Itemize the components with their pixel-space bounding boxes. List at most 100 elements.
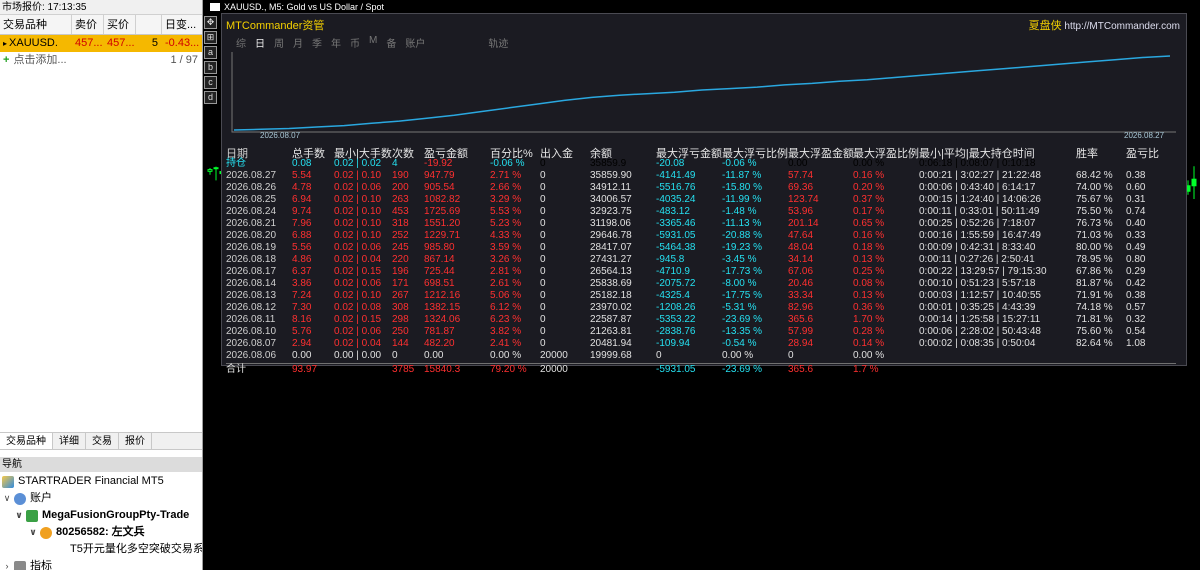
table-row-holding[interactable]: 持仓 0.08 0.02 | 0.02 4 -19.92 -0.06 % 0 35859.9 -…	[226, 158, 1176, 170]
cell-mpp: 0.36 %	[853, 302, 885, 313]
cell-win: 75.50 %	[1076, 206, 1113, 217]
cell-pl: 1551.20	[424, 218, 461, 229]
cell-date: 合计	[226, 364, 246, 375]
table-row[interactable]: 2026.08.13 7.24 0.02 | 0.10 267 1212.16 5.06 …	[226, 290, 1176, 302]
panel-tab-3[interactable]: 月	[293, 35, 303, 50]
column-symbol[interactable]: 交易品种	[0, 15, 72, 34]
column-spread[interactable]	[136, 15, 162, 34]
curve-start-label: 2026.08.07	[260, 131, 301, 140]
panel-tab-4[interactable]: 季	[312, 35, 322, 50]
table-row[interactable]: 2026.08.12 7.30 0.02 | 0.08 308 1382.15 6.12 …	[226, 302, 1176, 314]
tool-a-icon[interactable]: a	[204, 46, 217, 59]
cell-total: 6.37	[292, 266, 312, 277]
cell-mpp: 1.70 %	[853, 314, 885, 325]
cell-lots: 0.02 | 0.06	[334, 326, 382, 337]
cell-pct: 3.26 %	[490, 254, 522, 265]
table-row[interactable]: 2026.08.18 4.86 0.02 | 0.04 220 867.14 3.26 %…	[226, 254, 1176, 266]
cell-pf: 0.74	[1126, 206, 1146, 217]
tool-d-icon[interactable]: d	[204, 91, 217, 104]
add-symbol-label: 点击添加...	[13, 54, 67, 66]
nav-item-broker[interactable]: STARTRADER Financial MT5	[0, 473, 202, 490]
price-chart[interactable]: XAUUSD., M5: Gold vs US Dollar / Spot ✥ …	[204, 0, 1200, 570]
tab-details[interactable]: 详细	[53, 433, 86, 449]
panel-link[interactable]: 夏盘侠 http://MTCommander.com	[1029, 17, 1180, 33]
table-row[interactable]: 2026.08.24 9.74 0.02 | 0.10 453 1725.69 5.53 …	[226, 206, 1176, 218]
tab-trading[interactable]: 交易	[86, 433, 119, 449]
cell-pl: 905.54	[424, 182, 455, 193]
nav-item-server[interactable]: ∨ MegaFusionGroupPty-Trade	[0, 507, 202, 524]
tab-ticks[interactable]: 报价	[119, 433, 152, 449]
move-icon[interactable]: ✥	[204, 16, 217, 29]
tab-symbols[interactable]: 交易品种	[0, 433, 53, 449]
table-row[interactable]: 2026.08.27 5.54 0.02 | 0.10 190 947.79 2.71 %…	[226, 170, 1176, 182]
cell-mfa: -2075.72	[656, 278, 696, 289]
cell-io: 0	[540, 230, 546, 241]
table-row[interactable]: 2026.08.17 6.37 0.02 | 0.15 196 725.44 2.81 %…	[226, 266, 1176, 278]
panel-tab-7[interactable]: M	[369, 35, 377, 50]
chevron-right-icon[interactable]: ›	[2, 558, 12, 570]
table-row[interactable]: 2026.08.11 8.16 0.02 | 0.15 298 1324.06 6.23 …	[226, 314, 1176, 326]
cell-mfp: -17.73 %	[722, 266, 763, 277]
chevron-down-icon[interactable]: ∨	[28, 524, 38, 541]
chevron-down-icon[interactable]: ∨	[2, 490, 12, 507]
cell-date: 2026.08.24	[226, 206, 277, 217]
cell-count: 144	[392, 338, 409, 349]
cell-io: 0	[540, 278, 546, 289]
tool-c-icon[interactable]: c	[204, 76, 217, 89]
cell-balance: 19999.68	[590, 350, 632, 361]
cell-time: 0:00:11 | 0:27:26 | 2:50:41	[919, 254, 1035, 265]
table-row[interactable]: 2026.08.07 2.94 0.02 | 0.04 144 482.20 2.41 %…	[226, 338, 1176, 350]
column-bid[interactable]: 卖价	[72, 15, 104, 34]
cell-date: 2026.08.20	[226, 230, 277, 241]
column-ask[interactable]: 买价	[104, 15, 136, 34]
cell-count: 4	[392, 158, 398, 169]
symbol-row-xauusd[interactable]: ▸ XAUUSD. 457... 457... 5 -0.43...	[0, 35, 202, 52]
cell-io: 20000	[540, 364, 568, 375]
grid-icon[interactable]: ⊞	[204, 31, 217, 44]
panel-tab-10[interactable]: 轨迹	[488, 35, 508, 50]
add-symbol-row[interactable]: + 点击添加... 1 / 97	[0, 52, 202, 69]
table-row[interactable]: 2026.08.25 6.94 0.02 | 0.10 263 1082.82 3.29 …	[226, 194, 1176, 206]
website-url[interactable]: http://MTCommander.com	[1064, 21, 1180, 32]
cell-pl: 1082.82	[424, 194, 461, 205]
add-symbol-link[interactable]: + 点击添加...	[3, 52, 67, 69]
cell-lots: 0.00 | 0.00	[334, 350, 382, 361]
table-row[interactable]: 2026.08.19 5.56 0.02 | 0.06 245 985.80 3.59 %…	[226, 242, 1176, 254]
cell-total: 5.54	[292, 170, 312, 181]
table-row[interactable]: 2026.08.10 5.76 0.02 | 0.06 250 781.87 3.82 %…	[226, 326, 1176, 338]
panel-tab-0[interactable]: 综	[236, 35, 246, 50]
cell-pl: 1229.71	[424, 230, 461, 241]
nav-item-expert[interactable]: T5开元量化多空突破交易系	[0, 541, 202, 558]
panel-tab-2[interactable]: 周	[274, 35, 284, 50]
cell-balance: 27431.27	[590, 254, 632, 265]
panel-tab-8[interactable]: 备	[386, 35, 396, 50]
cell-total: 6.94	[292, 194, 312, 205]
cell-count: 171	[392, 278, 409, 289]
table-row[interactable]: 2026.08.20 6.88 0.02 | 0.10 252 1229.71 4.33 …	[226, 230, 1176, 242]
panel-tab-9[interactable]: 账户	[405, 35, 425, 50]
table-row[interactable]: 2026.08.21 7.96 0.02 | 0.10 318 1551.20 5.23 …	[226, 218, 1176, 230]
table-row-total[interactable]: 合计 93.97 3785 15840.3 79.20 % 20000 -5931.05 -2…	[226, 363, 1176, 375]
cell-pct: 0.00 %	[490, 350, 522, 361]
table-row[interactable]: 2026.08.14 3.86 0.02 | 0.06 171 698.51 2.61 %…	[226, 278, 1176, 290]
panel-tab-5[interactable]: 年	[331, 35, 341, 50]
cell-mpp: 0.28 %	[853, 326, 885, 337]
nav-item-indicators[interactable]: › 指标	[0, 558, 202, 570]
brand-name: 夏盘侠	[1028, 20, 1062, 32]
cell-date: 2026.08.06	[226, 350, 277, 361]
nav-item-account[interactable]: ∨ 80256582: 左文兵	[0, 524, 202, 541]
nav-item-accounts[interactable]: ∨ 账户	[0, 490, 202, 507]
cell-date: 2026.08.18	[226, 254, 277, 265]
cell-pct: 2.81 %	[490, 266, 522, 277]
curve-end-label: 2026.08.27	[1124, 131, 1165, 140]
cell-pl: 725.44	[424, 266, 455, 277]
column-daily-change[interactable]: 日变...	[162, 15, 200, 34]
table-row[interactable]: 2026.08.26 4.78 0.02 | 0.06 200 905.54 2.66 %…	[226, 182, 1176, 194]
cell-mpa: 57.74	[788, 170, 814, 181]
tool-b-icon[interactable]: b	[204, 61, 217, 74]
panel-tab-1[interactable]: 日	[255, 35, 265, 50]
arrow-icon: ▸	[3, 39, 8, 48]
table-row[interactable]: 2026.08.06 0.00 0.00 | 0.00 0 0.00 0.00 % 2000…	[226, 350, 1176, 362]
chevron-down-icon[interactable]: ∨	[14, 507, 24, 524]
panel-tab-6[interactable]: 币	[350, 35, 360, 50]
